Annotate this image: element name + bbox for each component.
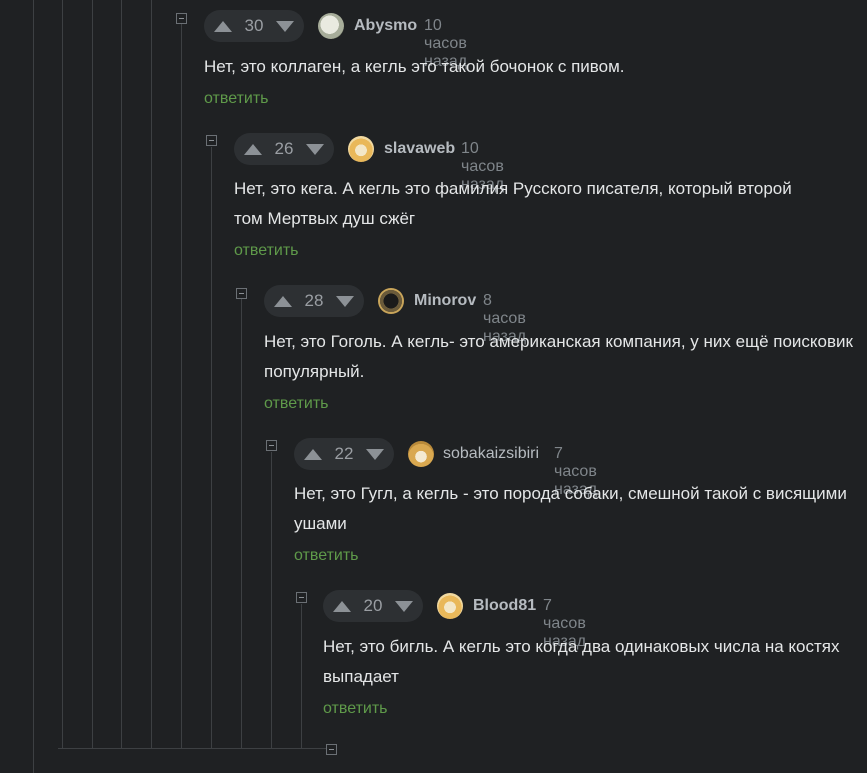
- username[interactable]: Minorov: [414, 292, 476, 310]
- username[interactable]: slavaweb: [384, 140, 455, 158]
- vote-score: 26: [274, 139, 294, 158]
- vote-box: 28: [264, 285, 364, 317]
- thread-line: [301, 604, 302, 748]
- avatar[interactable]: [378, 288, 404, 314]
- upvote-arrow-icon[interactable]: [244, 143, 262, 155]
- comment-text: Нет, это коллаген, а кегль это такой боч…: [204, 57, 625, 76]
- reply-link[interactable]: ответить: [204, 90, 269, 108]
- vote-box: 30: [204, 10, 304, 42]
- username[interactable]: Abysmo: [354, 17, 417, 35]
- thread-line: [92, 0, 93, 748]
- reply-link[interactable]: ответить: [294, 547, 359, 565]
- avatar[interactable]: [318, 13, 344, 39]
- collapse-toggle[interactable]: [236, 288, 247, 299]
- vote-score: 28: [304, 291, 324, 310]
- collapse-toggle[interactable]: [266, 440, 277, 451]
- downvote-arrow-icon[interactable]: [335, 295, 354, 307]
- thread-line: [181, 24, 182, 748]
- thread-line: [241, 299, 242, 748]
- thread-line: [211, 147, 212, 748]
- vote-score: 20: [363, 596, 383, 615]
- vote-box: 20: [323, 590, 423, 622]
- comment-text: Нет, это Гугл, а кегль - это порода соба…: [294, 484, 847, 533]
- vote-score: 22: [334, 444, 354, 463]
- comment-text: Нет, это бигль. А кегль это когда два од…: [323, 637, 840, 686]
- avatar[interactable]: [437, 593, 463, 619]
- collapse-toggle[interactable]: [326, 744, 337, 755]
- downvote-arrow-icon[interactable]: [275, 20, 294, 32]
- downvote-arrow-icon[interactable]: [305, 143, 324, 155]
- upvote-arrow-icon[interactable]: [214, 20, 232, 32]
- reply-link[interactable]: ответить: [323, 700, 388, 718]
- upvote-arrow-icon[interactable]: [304, 448, 322, 460]
- avatar[interactable]: [348, 136, 374, 162]
- comment-text: Нет, это кега. А кегль это фамилия Русск…: [234, 179, 792, 228]
- upvote-arrow-icon[interactable]: [333, 600, 351, 612]
- thread-line: [62, 0, 63, 748]
- thread-line: [151, 0, 152, 748]
- reply-link[interactable]: ответить: [264, 395, 329, 413]
- vote-box: 22: [294, 438, 394, 470]
- collapse-toggle[interactable]: [296, 592, 307, 603]
- username[interactable]: sobakaizsibiri: [443, 445, 539, 463]
- vote-box: 26: [234, 133, 334, 165]
- avatar[interactable]: [408, 441, 434, 467]
- downvote-arrow-icon[interactable]: [394, 600, 413, 612]
- collapse-toggle[interactable]: [176, 13, 187, 24]
- thread-line: [121, 0, 122, 748]
- thread-bottom-line: [58, 748, 328, 749]
- upvote-arrow-icon[interactable]: [274, 295, 292, 307]
- downvote-arrow-icon[interactable]: [365, 448, 384, 460]
- comment-text: Нет, это Гоголь. А кегль- это американск…: [264, 332, 853, 381]
- vote-score: 30: [244, 16, 264, 35]
- thread-line: [271, 452, 272, 748]
- collapse-toggle[interactable]: [206, 135, 217, 146]
- username[interactable]: Blood81: [473, 597, 536, 615]
- thread-line: [33, 0, 34, 773]
- reply-link[interactable]: ответить: [234, 242, 299, 260]
